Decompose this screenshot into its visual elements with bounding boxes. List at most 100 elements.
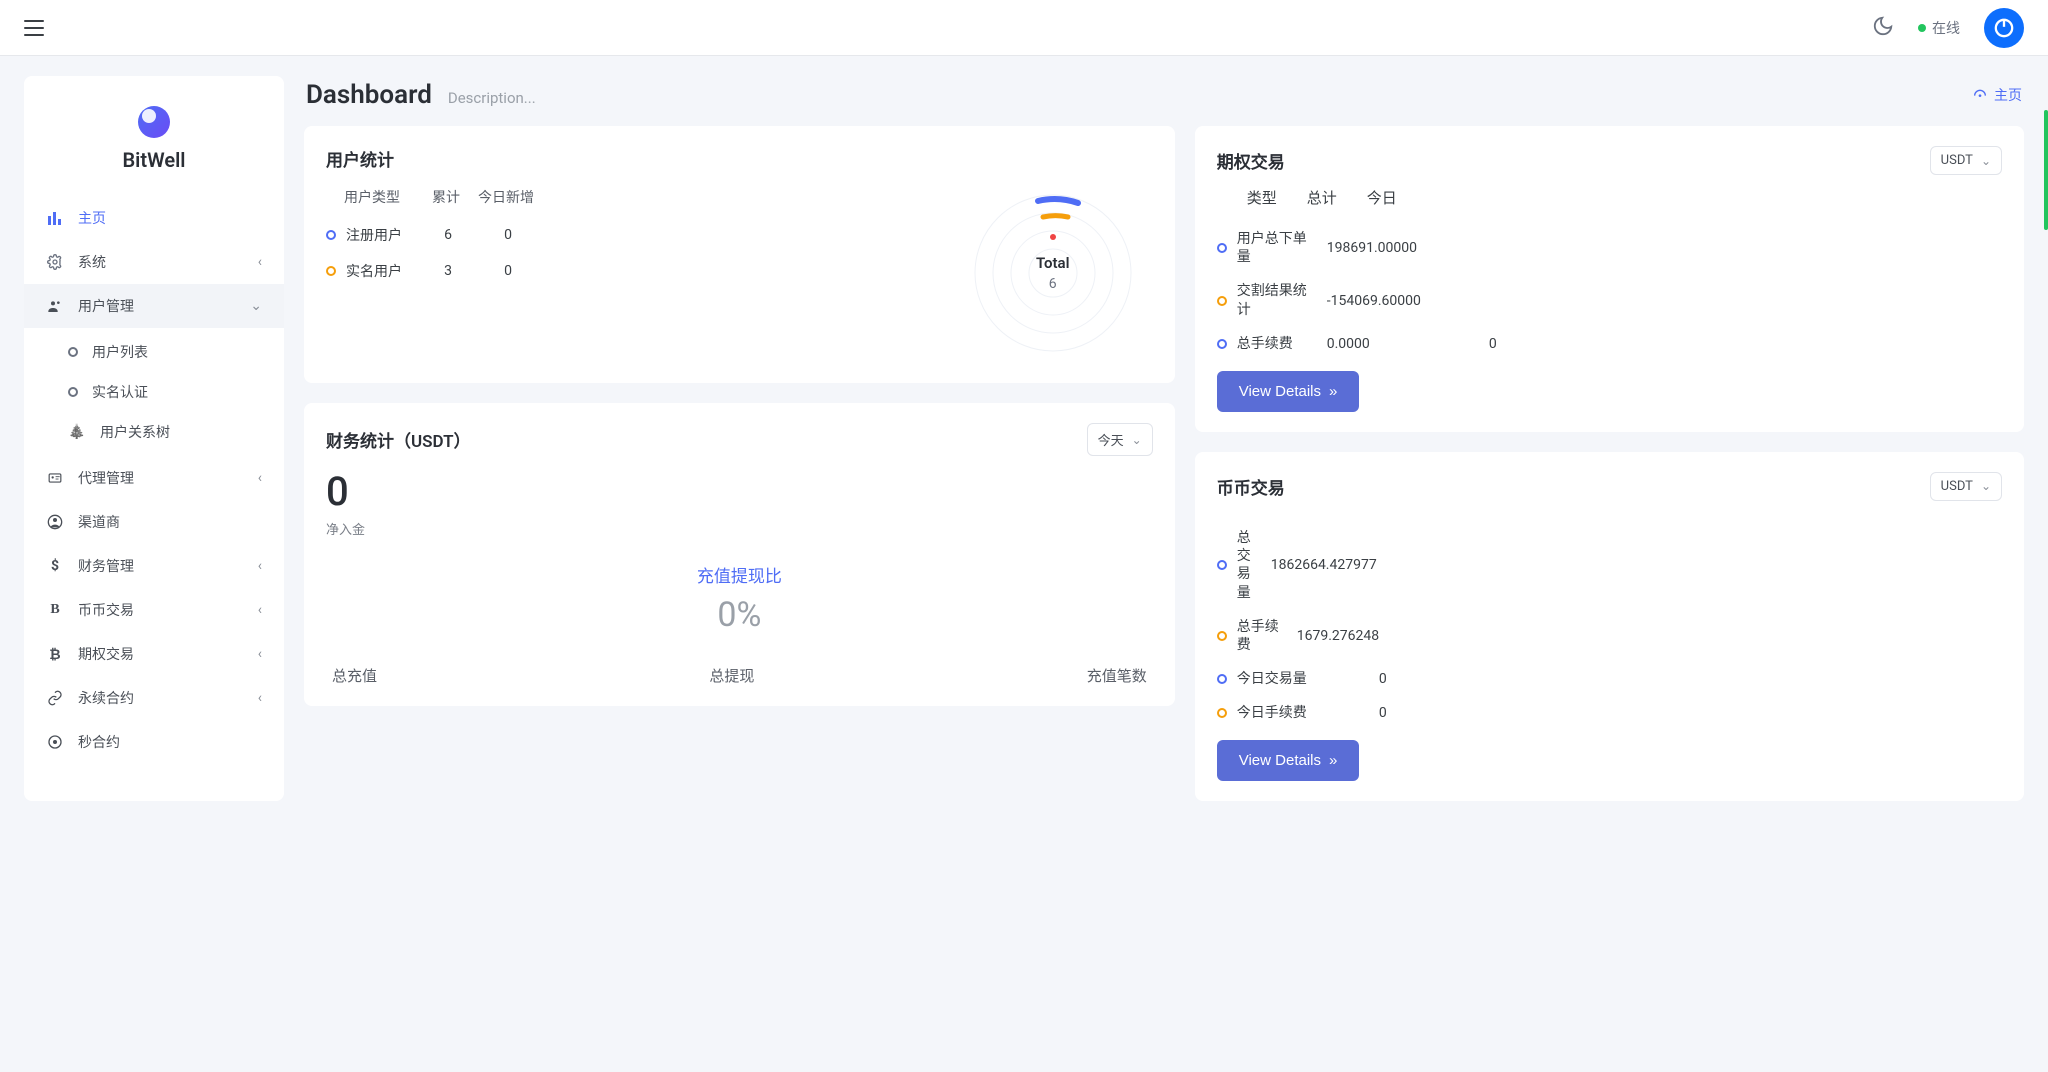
- brand-name: BitWell: [24, 148, 284, 172]
- sidebar-sub-user-tree[interactable]: 用户关系树: [24, 412, 284, 452]
- ring-icon: [1217, 243, 1227, 253]
- breadcrumb[interactable]: 主页: [1972, 85, 2022, 105]
- sidebar-item-agent[interactable]: 代理管理 ‹: [24, 456, 284, 500]
- avatar[interactable]: [1984, 8, 2024, 48]
- net-deposit-label: 净入金: [326, 519, 1153, 538]
- page-title: Dashboard: [306, 80, 432, 110]
- chevron-down-icon: ⌄: [1981, 479, 1991, 493]
- currency-select[interactable]: USDT ⌄: [1930, 146, 2002, 175]
- row-sum: 6: [428, 227, 468, 243]
- net-deposit-value: 0: [326, 468, 1153, 515]
- ring-icon: [1217, 674, 1227, 684]
- view-details-button[interactable]: View Details »: [1217, 371, 1360, 412]
- row-val: 0: [1327, 705, 1387, 721]
- currency-selected: USDT: [1941, 153, 1973, 168]
- sidebar-item-system[interactable]: 系统 ‹: [24, 240, 284, 284]
- row-label: 总手续费: [1237, 618, 1287, 654]
- breadcrumb-label: 主页: [1994, 85, 2022, 105]
- col-count: 充值笔数: [1087, 665, 1147, 686]
- users-icon: [46, 297, 64, 315]
- page-description: Description...: [448, 89, 536, 107]
- chevron-left-icon: ‹: [258, 470, 262, 486]
- sidebar-sub-realname[interactable]: 实名认证: [24, 372, 284, 412]
- row-today: 0: [478, 263, 538, 279]
- sidebar-item-options[interactable]: ₿ 期权交易 ‹: [24, 632, 284, 676]
- sidebar-item-label: 主页: [78, 208, 106, 228]
- sidebar-item-label: 渠道商: [78, 512, 120, 532]
- ring-icon: [1217, 560, 1227, 570]
- card-title: 币币交易: [1217, 474, 1285, 499]
- view-details-button[interactable]: View Details »: [1217, 740, 1360, 781]
- sidebar-item-user-mgmt[interactable]: 用户管理 ⌄: [24, 284, 284, 328]
- menu-toggle-button[interactable]: [24, 20, 44, 36]
- card-title: 用户统计: [326, 146, 1153, 171]
- dark-mode-toggle[interactable]: [1872, 15, 1894, 41]
- bars-icon: [46, 209, 64, 227]
- th-type: 用户类型: [344, 187, 416, 207]
- btc-icon: ₿: [46, 645, 64, 663]
- sidebar-item-label: 财务管理: [78, 556, 134, 576]
- row-label: 总交易量: [1237, 529, 1261, 602]
- sidebar-item-second-contract[interactable]: 秒合约: [24, 720, 284, 764]
- chevron-left-icon: ‹: [258, 558, 262, 574]
- th-sum: 总计: [1307, 187, 1337, 208]
- th-today: 今日新增: [476, 187, 536, 207]
- sidebar-item-spot[interactable]: B 币币交易 ‹: [24, 588, 284, 632]
- tree-icon: [68, 423, 86, 441]
- spot-row: 今日交易量 0: [1217, 662, 2002, 696]
- row-label: 总手续费: [1237, 335, 1317, 353]
- sidebar-item-home[interactable]: 主页: [24, 196, 284, 240]
- status-dot-icon: [1918, 24, 1926, 32]
- sidebar-item-finance[interactable]: $ 财务管理 ‹: [24, 544, 284, 588]
- opt-row: 交割结果统计 -154069.60000: [1217, 274, 2002, 326]
- scroll-indicator: [2044, 110, 2048, 230]
- dashboard-icon: [1972, 87, 1988, 103]
- currency-select[interactable]: USDT ⌄: [1930, 472, 2002, 501]
- btn-label: View Details: [1239, 383, 1321, 400]
- row-label: 实名用户: [346, 261, 418, 281]
- chevron-left-icon: ‹: [258, 690, 262, 706]
- period-selected: 今天: [1098, 430, 1124, 449]
- currency-selected: USDT: [1941, 479, 1973, 494]
- chevron-down-icon: ⌄: [1132, 433, 1142, 447]
- card-title: 财务统计（USDT）: [326, 427, 471, 452]
- ring-icon: [1217, 296, 1227, 306]
- sidebar-item-label: 代理管理: [78, 468, 134, 488]
- sidebar: BitWell 主页 系统 ‹ 用户管理 ⌄ 用户列表 实名认证: [24, 76, 284, 801]
- spot-row: 今日手续费 0: [1217, 696, 2002, 730]
- opt-row: 用户总下单量 198691.00000: [1217, 222, 2002, 274]
- card-user-stats: 用户统计 用户类型 累计 今日新增 注册用户 6: [304, 126, 1175, 383]
- row-val: 0: [1327, 671, 1387, 687]
- sidebar-sub-user-list[interactable]: 用户列表: [24, 332, 284, 372]
- row-label: 交割结果统计: [1237, 282, 1317, 318]
- row-val: 198691.00000: [1327, 240, 1447, 256]
- link-icon: [46, 689, 64, 707]
- chevron-left-icon: ‹: [258, 254, 262, 270]
- sidebar-item-label: 币币交易: [78, 600, 134, 620]
- card-options-trading: 期权交易 USDT ⌄ 类型 总计 今日 用户总下单量 1: [1195, 126, 2024, 432]
- ring-icon: [1217, 339, 1227, 349]
- idcard-icon: [46, 469, 64, 487]
- chevron-left-icon: ‹: [258, 602, 262, 618]
- row-val: -154069.60000: [1327, 293, 1447, 309]
- sidebar-item-label: 系统: [78, 252, 106, 272]
- sidebar-item-label: 期权交易: [78, 644, 134, 664]
- stat-row: 注册用户 6 0: [326, 217, 929, 253]
- user-circle-icon: [46, 513, 64, 531]
- btn-label: View Details: [1239, 752, 1321, 769]
- row-sum: 3: [428, 263, 468, 279]
- arrow-right-icon: »: [1329, 383, 1337, 400]
- brand-logo-icon: [138, 106, 170, 138]
- row-label: 今日手续费: [1237, 704, 1317, 722]
- row-val: 1679.276248: [1297, 628, 1417, 644]
- sidebar-item-perpetual[interactable]: 永续合约 ‹: [24, 676, 284, 720]
- chevron-down-icon: ⌄: [1981, 154, 1991, 168]
- row-today: 0: [1457, 336, 1497, 352]
- gear-icon: [46, 253, 64, 271]
- th-today: 今日: [1367, 187, 1397, 208]
- bullet-icon: [68, 387, 78, 397]
- period-select[interactable]: 今天 ⌄: [1087, 423, 1153, 456]
- sidebar-item-channel[interactable]: 渠道商: [24, 500, 284, 544]
- spot-row: 总手续费 1679.276248: [1217, 610, 2002, 662]
- row-label: 今日交易量: [1237, 670, 1317, 688]
